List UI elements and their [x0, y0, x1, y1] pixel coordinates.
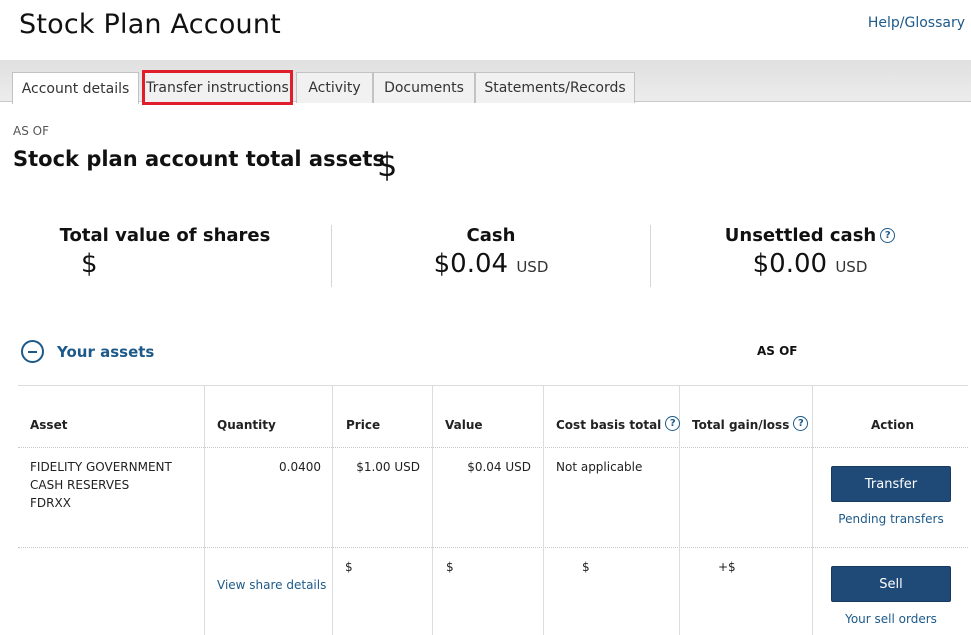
tab-documents[interactable]: Documents [373, 72, 475, 103]
tab-bar: Account details Transfer instructions Ac… [0, 60, 971, 105]
row-cost-basis: $ [582, 560, 590, 574]
transfer-button[interactable]: Transfer [831, 466, 951, 502]
tab-account-details[interactable]: Account details [12, 72, 139, 104]
tab-transfer-instructions[interactable]: Transfer instructions [142, 70, 293, 105]
row-value: $ [446, 560, 454, 574]
help-question-icon[interactable]: ? [793, 415, 809, 431]
shares-value: $ [81, 249, 98, 279]
cash-unit: USD [516, 258, 549, 276]
row-cost-basis: Not applicable [556, 460, 643, 474]
unsettled-label: Unsettled cash [724, 225, 877, 246]
table-column-divider [812, 386, 813, 635]
assets-as-of-label: AS OF [757, 344, 798, 358]
sell-button[interactable]: Sell [831, 566, 951, 602]
tab-statements-records[interactable]: Statements/Records [475, 72, 635, 103]
your-assets-title: Your assets [57, 342, 155, 361]
row-price: $1.00 USD [356, 460, 420, 474]
row-price: $ [345, 560, 353, 574]
unsettled-value: $0.00 [752, 249, 828, 279]
pending-transfers-link[interactable]: Pending transfers [821, 512, 961, 526]
table-column-divider [432, 386, 433, 635]
column-header-asset: Asset [30, 418, 68, 432]
your-assets-toggle[interactable]: Your assets [21, 340, 154, 363]
column-header-value: Value [445, 418, 483, 432]
column-header-cost-basis: Cost basis total ? [556, 414, 681, 432]
column-header-quantity: Quantity [217, 418, 276, 432]
view-share-details-link[interactable]: View share details [217, 576, 326, 594]
page-title: Stock Plan Account [19, 9, 281, 40]
table-row-asset: FIDELITY GOVERNMENT CASH RESERVES FDRXX [30, 458, 172, 512]
help-glossary-link[interactable]: Help/Glossary [868, 15, 965, 31]
shares-label: Total value of shares [59, 225, 271, 246]
collapse-minus-icon [21, 340, 44, 363]
row-gain-loss: +$ [718, 560, 736, 574]
column-header-gain-loss: Total gain/loss ? [692, 414, 809, 432]
unsettled-unit: USD [835, 258, 868, 276]
asset-name-line: CASH RESERVES [30, 478, 130, 492]
tab-activity[interactable]: Activity [296, 72, 373, 103]
cash-value-wrap: $0.04 USD [341, 249, 641, 279]
cash-value: $0.04 [433, 249, 509, 279]
as-of-label: AS OF [13, 124, 49, 138]
row-value: $0.04 USD [467, 460, 531, 474]
summary-divider [650, 225, 651, 287]
unsettled-label-wrap: Unsettled cash ? [665, 225, 955, 246]
asset-symbol: FDRXX [30, 496, 71, 510]
help-question-icon[interactable]: ? [880, 228, 896, 243]
asset-name-line: FIDELITY GOVERNMENT [30, 460, 172, 474]
summary-cash: Cash $0.04 USD [341, 225, 641, 287]
column-header-price: Price [346, 418, 381, 432]
sell-orders-link[interactable]: Your sell orders [821, 612, 961, 626]
table-top-border [18, 385, 968, 386]
row-quantity: 0.0400 [279, 460, 321, 474]
table-row-divider [18, 547, 968, 548]
unsettled-value-wrap: $0.00 USD [665, 249, 955, 279]
column-header-action: Action [871, 418, 915, 432]
cash-label: Cash [466, 225, 516, 246]
total-assets-label: Stock plan account total assets [13, 147, 385, 171]
gain-loss-label: Total gain/loss [692, 418, 790, 432]
table-header-divider [18, 447, 968, 448]
help-question-icon[interactable]: ? [665, 415, 681, 431]
table-column-divider [332, 386, 333, 635]
summary-unsettled-cash: Unsettled cash ? $0.00 USD [665, 225, 955, 287]
table-column-divider [543, 386, 544, 635]
page-header: Stock Plan Account Help/Glossary [0, 0, 971, 60]
table-column-divider [204, 386, 205, 635]
cost-basis-label: Cost basis total [556, 418, 662, 432]
summary-total-value-of-shares: Total value of shares $ [20, 225, 310, 287]
summary-divider [331, 225, 332, 287]
total-assets-value: $ [377, 146, 398, 184]
